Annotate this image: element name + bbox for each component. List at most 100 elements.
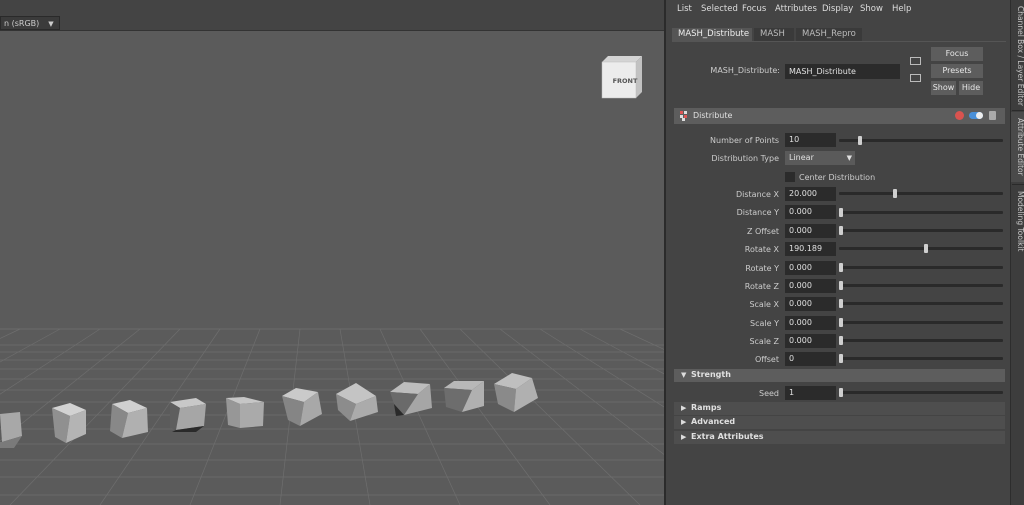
extra-attributes-section-header[interactable]: ▶ Extra Attributes [674,431,1005,444]
distance-x-slider[interactable] [839,189,1003,198]
rotate-x-slider[interactable] [839,244,1003,253]
slider-thumb[interactable] [839,388,843,397]
node-name-field[interactable]: MASH_Distribute [785,64,900,79]
menu-focus[interactable]: Focus [742,4,766,14]
collapse-triangle-icon: ▶ [681,404,687,412]
tab-separator [1012,110,1024,111]
cube-3 [110,400,148,438]
distribution-type-dropdown[interactable]: Linear ▼ [785,151,855,165]
toggle-icon[interactable] [969,112,983,119]
rotate-z-slider[interactable] [839,281,1003,290]
scale-y-field[interactable]: 0.000 [785,316,836,330]
distance-y-slider[interactable] [839,208,1003,217]
scale-y-slider[interactable] [839,318,1003,327]
presets-button[interactable]: Presets [931,64,983,78]
slider-thumb[interactable] [839,354,843,363]
center-distribution-checkbox[interactable] [785,172,795,182]
slider-thumb[interactable] [839,281,843,290]
z-offset-slider[interactable] [839,226,1003,235]
slider-thumb[interactable] [839,263,843,272]
seed-field[interactable]: 1 [785,386,836,400]
rotate-y-slider[interactable] [839,263,1003,272]
menu-selected[interactable]: Selected [701,4,738,14]
menu-help[interactable]: Help [892,4,911,14]
number-of-points-slider[interactable] [839,136,1003,145]
menu-list[interactable]: List [677,4,692,14]
output-connection-icon[interactable] [910,74,921,82]
distance-y-field[interactable]: 0.000 [785,205,836,219]
collapse-triangle-icon: ▶ [681,418,687,426]
hide-button[interactable]: Hide [959,81,983,95]
viewport-scene[interactable]: FRONT [0,0,664,505]
slider-thumb[interactable] [858,136,863,145]
seed-slider[interactable] [839,388,1003,397]
rotate-z-field[interactable]: 0.000 [785,279,836,293]
slider-thumb[interactable] [839,226,843,235]
cube-2 [52,403,86,443]
distribute-section-title: Distribute [693,111,733,120]
offset-field[interactable]: 0 [785,352,836,366]
ramps-section-title: Ramps [691,403,722,412]
seed-label: Seed [759,389,779,398]
viewport-toolbar: n (sRGB) ▼ [0,0,664,31]
distribute-section-header[interactable]: Distribute [674,108,1005,124]
menu-show[interactable]: Show [860,4,883,14]
slider-thumb[interactable] [893,189,898,198]
attribute-editor-panel: List Selected Focus Attributes Display S… [666,0,1010,505]
tab-divider [672,41,1006,42]
distance-x-label: Distance X [735,190,779,199]
colorspace-dropdown[interactable]: n (sRGB) ▼ [0,16,60,30]
scale-z-slider[interactable] [839,336,1003,345]
tab-attribute-editor[interactable]: Attribute Editor [1011,112,1024,182]
rotate-x-label: Rotate X [744,245,779,254]
show-button[interactable]: Show [931,81,956,95]
ground-grid [0,328,664,505]
input-connection-icon[interactable] [910,57,921,65]
rotate-x-field[interactable]: 190.189 [785,242,836,256]
advanced-section-header[interactable]: ▶ Advanced [674,416,1005,429]
scale-x-slider[interactable] [839,299,1003,308]
tab-mash-distribute[interactable]: MASH_Distribute [672,28,752,41]
extra-attributes-section-title: Extra Attributes [691,432,764,441]
cube-9 [444,381,484,412]
z-offset-field[interactable]: 0.000 [785,224,836,238]
node-name-label: MASH_Distribute: [710,66,780,75]
ramps-section-header[interactable]: ▶ Ramps [674,402,1005,415]
attribute-editor-menubar: List Selected Focus Attributes Display S… [666,0,1010,18]
slider-thumb[interactable] [923,244,928,253]
distribute-node-icon [680,111,687,121]
z-offset-label: Z Offset [746,227,779,236]
distribution-type-label: Distribution Type [711,154,779,163]
strength-section-header[interactable]: ▼ Strength [674,369,1005,382]
slider-thumb[interactable] [839,299,843,308]
offset-slider[interactable] [839,354,1003,363]
rotate-y-field[interactable]: 0.000 [785,261,836,275]
tab-channel-box[interactable]: Channel Box / Layer Editor [1011,4,1024,108]
slider-thumb[interactable] [839,208,843,217]
number-of-points-label: Number of Points [710,136,779,145]
center-distribution-label: Center Distribution [799,173,876,182]
remove-node-icon[interactable] [955,111,964,120]
cube-5 [226,397,264,428]
trash-icon[interactable] [989,111,996,120]
slider-thumb[interactable] [839,318,843,327]
distance-x-field[interactable]: 20.000 [785,187,836,201]
focus-button[interactable]: Focus [931,47,983,61]
tab-mash[interactable]: MASH [754,28,794,41]
scale-x-field[interactable]: 0.000 [785,297,836,311]
scale-z-label: Scale Z [749,337,779,346]
tab-mash-repro[interactable]: MASH_Repro [796,28,862,41]
viewport-3d[interactable]: FRONT n (sRGB) ▼ [0,0,664,505]
strength-section-title: Strength [691,370,731,379]
tab-separator [1012,184,1024,185]
scale-z-field[interactable]: 0.000 [785,334,836,348]
chevron-down-icon: ▼ [48,20,54,28]
menu-display[interactable]: Display [822,4,853,14]
tab-modeling-toolkit[interactable]: Modeling Toolkit [1011,188,1024,254]
menu-attributes[interactable]: Attributes [775,4,817,14]
view-cube[interactable]: FRONT [601,56,642,99]
slider-thumb[interactable] [839,336,843,345]
number-of-points-field[interactable]: 10 [785,133,836,147]
cube-1 [0,412,22,448]
cube-8 [390,382,432,416]
